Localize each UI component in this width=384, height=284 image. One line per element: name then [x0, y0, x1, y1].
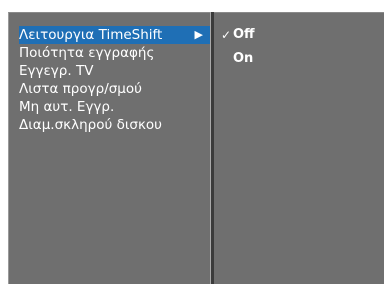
menu-item-label: Μη αυτ. Εγγρ.	[19, 99, 115, 115]
menu-item-hdd-format[interactable]: Διαμ.σκληρού δισκου	[19, 116, 162, 134]
option-label: On	[233, 51, 254, 66]
menu-item-label: Ποιότητα εγγραφής	[19, 45, 155, 61]
check-icon: ✓	[221, 28, 232, 42]
option-label: Off	[233, 27, 255, 42]
menu-window: Λειτουργια TimeShift ▶ Ποιότητα εγγραφής…	[0, 0, 384, 284]
menu-item-label: Διαμ.σκληρού δισκου	[19, 117, 162, 133]
menu-item-manual-record[interactable]: Μη αυτ. Εγγρ.	[19, 98, 114, 116]
menu-item-record-tv[interactable]: Εγγεγρ. TV	[19, 62, 93, 80]
submenu-arrow-icon: ▶	[194, 28, 203, 41]
option-on[interactable]: On	[233, 50, 253, 68]
menu-item-label: Εγγεγρ. TV	[19, 63, 94, 79]
menu-item-timeshift-mode[interactable]: Λειτουργια TimeShift ▶	[19, 26, 211, 44]
menu-item-label: Λειτουργια TimeShift	[19, 27, 163, 43]
main-menu-panel: Λειτουργια TimeShift ▶ Ποιότητα εγγραφής…	[8, 12, 211, 284]
submenu-panel: ✓ Off On	[214, 12, 384, 284]
menu-item-label: Λιστα προγρ/σμού	[19, 81, 142, 97]
menu-item-program-list[interactable]: Λιστα προγρ/σμού	[19, 80, 142, 98]
menu-item-recording-quality[interactable]: Ποιότητα εγγραφής	[19, 44, 154, 62]
option-off[interactable]: ✓ Off	[221, 26, 255, 44]
